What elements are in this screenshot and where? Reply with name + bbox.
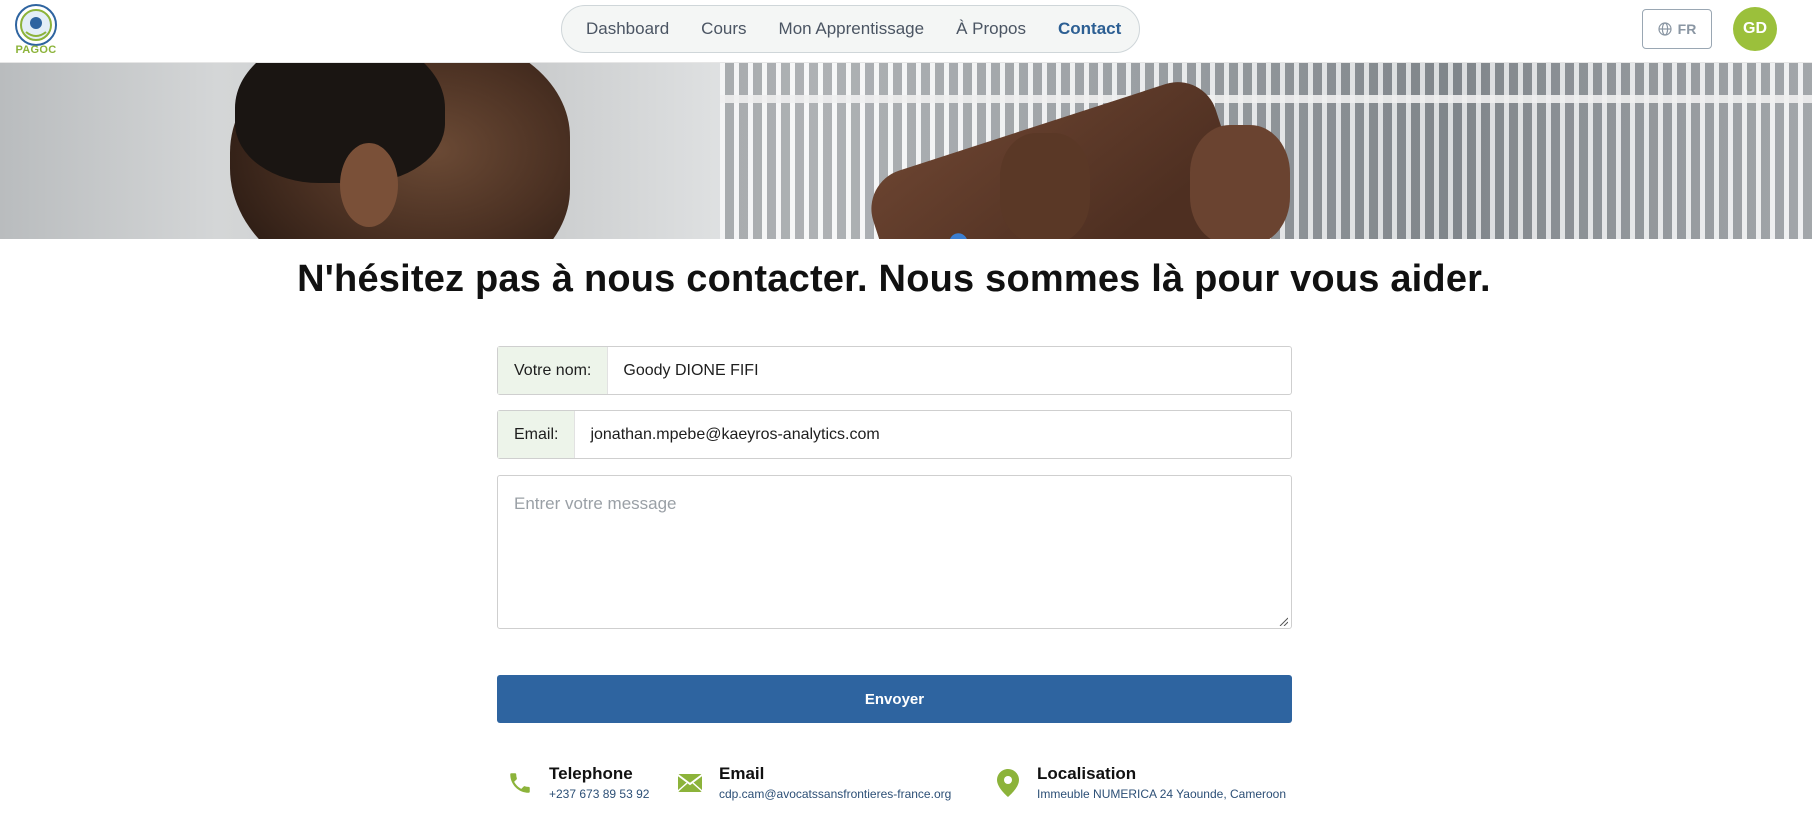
contact-email-title: Email xyxy=(719,764,765,783)
name-input[interactable] xyxy=(608,347,1291,394)
contact-location-title: Localisation xyxy=(1037,764,1137,783)
contact-location: Localisation Immeuble NUMERICA 24 Yaound… xyxy=(993,764,1286,801)
nav-item-dashboard[interactable]: Dashboard xyxy=(586,19,669,39)
hero-banner-image xyxy=(0,63,1812,239)
nav-item-cours[interactable]: Cours xyxy=(701,19,746,39)
map-pin-icon xyxy=(993,768,1023,798)
resize-grip-icon[interactable] xyxy=(1278,616,1288,626)
contact-phone: Telephone +237 673 89 53 92 xyxy=(505,764,649,801)
nav-item-mon-apprentissage[interactable]: Mon Apprentissage xyxy=(779,19,925,39)
contact-phone-value[interactable]: +237 673 89 53 92 xyxy=(549,787,649,801)
email-field-label: Email: xyxy=(498,411,576,458)
person-ear-graphic xyxy=(340,143,398,227)
language-label: FR xyxy=(1677,21,1697,37)
person-hand-graphic xyxy=(1190,125,1290,239)
language-switcher[interactable]: FR xyxy=(1642,9,1712,49)
nav-item-a-propos[interactable]: À Propos xyxy=(956,19,1026,39)
pagoc-logo[interactable]: PAGOC xyxy=(12,4,60,58)
person-hand-graphic xyxy=(1000,133,1090,239)
contact-email-value[interactable]: cdp.cam@avocatssansfrontieres-france.org xyxy=(719,787,951,801)
fence-rail-graphic xyxy=(720,95,1812,103)
email-field: Email: xyxy=(497,410,1292,459)
top-navbar: PAGOC Dashboard Cours Mon Apprentissage … xyxy=(0,0,1812,63)
logo-text: PAGOC xyxy=(15,44,57,56)
globe-icon xyxy=(1658,22,1672,36)
contact-location-value: Immeuble NUMERICA 24 Yaounde, Cameroon xyxy=(1037,787,1287,801)
name-field-label: Votre nom: xyxy=(498,347,609,394)
nav-item-contact[interactable]: Contact xyxy=(1058,19,1121,39)
email-input[interactable] xyxy=(575,411,1291,458)
message-textarea[interactable] xyxy=(497,475,1292,629)
main-nav: Dashboard Cours Mon Apprentissage À Prop… xyxy=(561,5,1140,53)
envelope-icon xyxy=(675,768,705,798)
person-hair-graphic xyxy=(235,63,445,183)
contact-email: Email cdp.cam@avocatssansfrontieres-fran… xyxy=(675,764,951,801)
phone-icon xyxy=(505,768,535,798)
contact-phone-title: Telephone xyxy=(549,764,633,783)
send-button[interactable]: Envoyer xyxy=(497,675,1292,723)
logo-emblem-icon xyxy=(15,4,57,46)
page-title: N'hésitez pas à nous contacter. Nous som… xyxy=(297,258,1491,300)
name-field: Votre nom: xyxy=(497,346,1292,395)
user-avatar[interactable]: GD xyxy=(1733,7,1777,51)
